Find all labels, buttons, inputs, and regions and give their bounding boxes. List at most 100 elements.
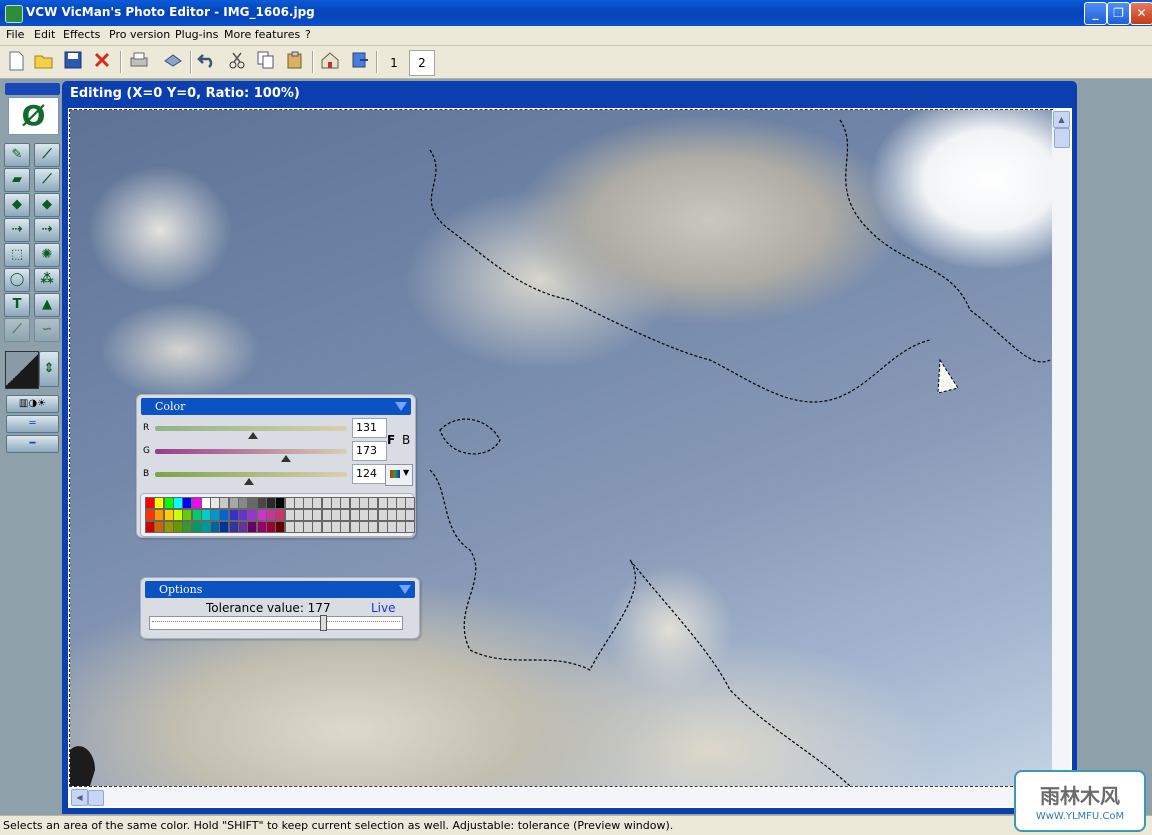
text-icon[interactable]: T	[4, 293, 30, 317]
palette-swatch[interactable]	[405, 497, 416, 509]
scroll-up-icon[interactable]: ▲	[1053, 111, 1070, 128]
red-slider-thumb[interactable]	[247, 432, 258, 439]
blue-value-input[interactable]: 124	[352, 464, 387, 484]
status-text: Selects an area of the same color. Hold …	[3, 819, 674, 832]
swap-colors-icon[interactable]: ⇕	[39, 351, 59, 387]
vertical-scrollbar[interactable]: ▲	[1052, 110, 1070, 786]
red-label: R	[143, 423, 150, 433]
paste-icon[interactable]	[284, 51, 306, 73]
close-button[interactable]: ✕	[1130, 2, 1152, 25]
lasso-icon[interactable]: ◯	[4, 268, 30, 292]
menu-file[interactable]: File	[6, 28, 24, 41]
color-panel-title: Color	[155, 400, 186, 413]
blue-slider[interactable]: B	[143, 467, 353, 489]
horizontal-scrollbar[interactable]: ◀	[70, 788, 1052, 806]
toolbar: 1 2	[0, 46, 1152, 79]
palette-swatch[interactable]	[405, 509, 416, 521]
print-icon[interactable]	[128, 51, 150, 73]
watermark-logo: 雨林木风 WwW.YLMFU.CoM	[1014, 770, 1146, 832]
window-title: VCW VicMan's Photo Editor - IMG_1606.jpg	[26, 5, 315, 19]
editing-window-title: Editing (X=0 Y=0, Ratio: 100%)	[70, 86, 300, 101]
red-slider-track[interactable]	[155, 426, 347, 431]
save-icon[interactable]	[62, 51, 84, 73]
rect-select-icon[interactable]: ⬚	[4, 243, 30, 267]
tolerance-slider-thumb[interactable]	[320, 615, 328, 631]
scroll-left-icon[interactable]: ◀	[71, 789, 88, 806]
delete-icon[interactable]	[91, 51, 113, 73]
tab-2[interactable]: 2	[409, 50, 435, 76]
eraser-icon[interactable]: ▰	[4, 168, 30, 192]
app-icon	[5, 5, 23, 23]
export-icon[interactable]	[349, 51, 371, 73]
title-bar: VCW VicMan's Photo Editor - IMG_1606.jpg…	[0, 0, 1152, 26]
chevron-down-icon: ▼	[403, 468, 410, 477]
tab-1[interactable]: 1	[381, 50, 407, 76]
app-logo: Ø	[8, 97, 59, 135]
open-icon[interactable]	[33, 51, 55, 73]
fill-icon[interactable]: ◆	[4, 193, 30, 217]
green-label: G	[143, 446, 150, 456]
restore-button[interactable]: ❐	[1107, 2, 1130, 25]
new-icon[interactable]	[5, 51, 27, 73]
menu-help[interactable]: ?	[305, 28, 311, 41]
tool-panel-header	[5, 83, 60, 95]
palette-swatch[interactable]	[405, 521, 416, 533]
green-slider[interactable]: G	[143, 444, 353, 466]
cut-icon[interactable]	[226, 51, 248, 73]
tolerance-slider[interactable]	[149, 615, 403, 631]
tolerance-slider-track	[152, 621, 400, 625]
fill-gradient-icon[interactable]: ◆	[34, 193, 60, 217]
blue-label: B	[143, 469, 150, 479]
scan-icon[interactable]	[162, 51, 184, 73]
tolerance-label: Tolerance value: 177	[206, 601, 331, 615]
copy-icon[interactable]	[255, 51, 277, 73]
options-panel: Options Tolerance value: 177 Live	[140, 577, 420, 639]
color-grid-icon	[390, 470, 400, 478]
menu-effects[interactable]: Effects	[63, 28, 100, 41]
red-slider[interactable]: R	[143, 421, 353, 443]
stamp-icon[interactable]: ▲	[34, 293, 60, 317]
blue-slider-thumb[interactable]	[244, 478, 255, 485]
eyedropper-icon[interactable]: ⟋	[34, 168, 60, 192]
menu-edit[interactable]: Edit	[34, 28, 55, 41]
foreground-toggle[interactable]: F	[387, 433, 395, 447]
live-preview-link[interactable]: Live	[371, 601, 396, 615]
green-value-input[interactable]: 173	[352, 441, 387, 461]
crop-icon[interactable]: ⇢	[34, 218, 60, 242]
red-value-input[interactable]: 131	[352, 418, 387, 438]
pencil-icon[interactable]: ✎	[4, 143, 30, 167]
horizontal-scroll-thumb[interactable]	[88, 790, 104, 806]
clone-icon[interactable]: ⁂	[34, 268, 60, 292]
green-slider-thumb[interactable]	[280, 455, 291, 462]
fg-bg-color-swatch[interactable]	[5, 351, 39, 389]
options-panel-title: Options	[159, 583, 203, 596]
home-icon[interactable]	[319, 51, 341, 73]
color-picker-dropdown[interactable]: ▼	[385, 464, 413, 486]
background-toggle[interactable]: B	[402, 433, 410, 447]
line-icon[interactable]: ⟋	[4, 318, 30, 342]
line-width-icon[interactable]: ═	[6, 415, 59, 433]
menu-pro-version[interactable]: Pro version	[109, 28, 170, 41]
line-style-icon[interactable]: ━	[6, 435, 59, 453]
collapse-arrow-icon[interactable]	[395, 402, 407, 411]
color-panel-header[interactable]: Color	[141, 398, 411, 415]
resize-icon[interactable]: ⇢	[4, 218, 30, 242]
menu-more-features[interactable]: More features	[224, 28, 300, 41]
undo-icon[interactable]	[196, 51, 218, 73]
green-slider-track[interactable]	[155, 449, 347, 454]
color-panel: Color R G B 131 173 124 F B ▼	[136, 394, 416, 538]
tool-panel: Ø ✎ ⟋ ▰ ⟋ ◆ ◆ ⇢ ⇢ ⬚ ✺ ◯ ⁂ T ▲ ⟋ ∽ ⇕ ▥◑☀ …	[3, 81, 62, 461]
color-adjust-icon[interactable]: ▥◑☀	[6, 395, 59, 413]
watermark-url: WwW.YLMFU.CoM	[1035, 811, 1125, 822]
minimize-button[interactable]: _	[1084, 2, 1107, 25]
menu-plug-ins[interactable]: Plug-ins	[175, 28, 218, 41]
magic-wand-icon[interactable]: ✺	[34, 243, 60, 267]
smudge-icon[interactable]: ∽	[34, 318, 60, 342]
options-panel-header[interactable]: Options	[145, 581, 415, 598]
brush-icon[interactable]: ⟋	[34, 143, 60, 167]
vertical-scroll-thumb[interactable]	[1054, 128, 1070, 148]
status-bar: Selects an area of the same color. Hold …	[0, 815, 1152, 835]
collapse-arrow-icon[interactable]	[399, 585, 411, 594]
blue-slider-track[interactable]	[155, 472, 347, 477]
color-palette	[140, 493, 416, 537]
